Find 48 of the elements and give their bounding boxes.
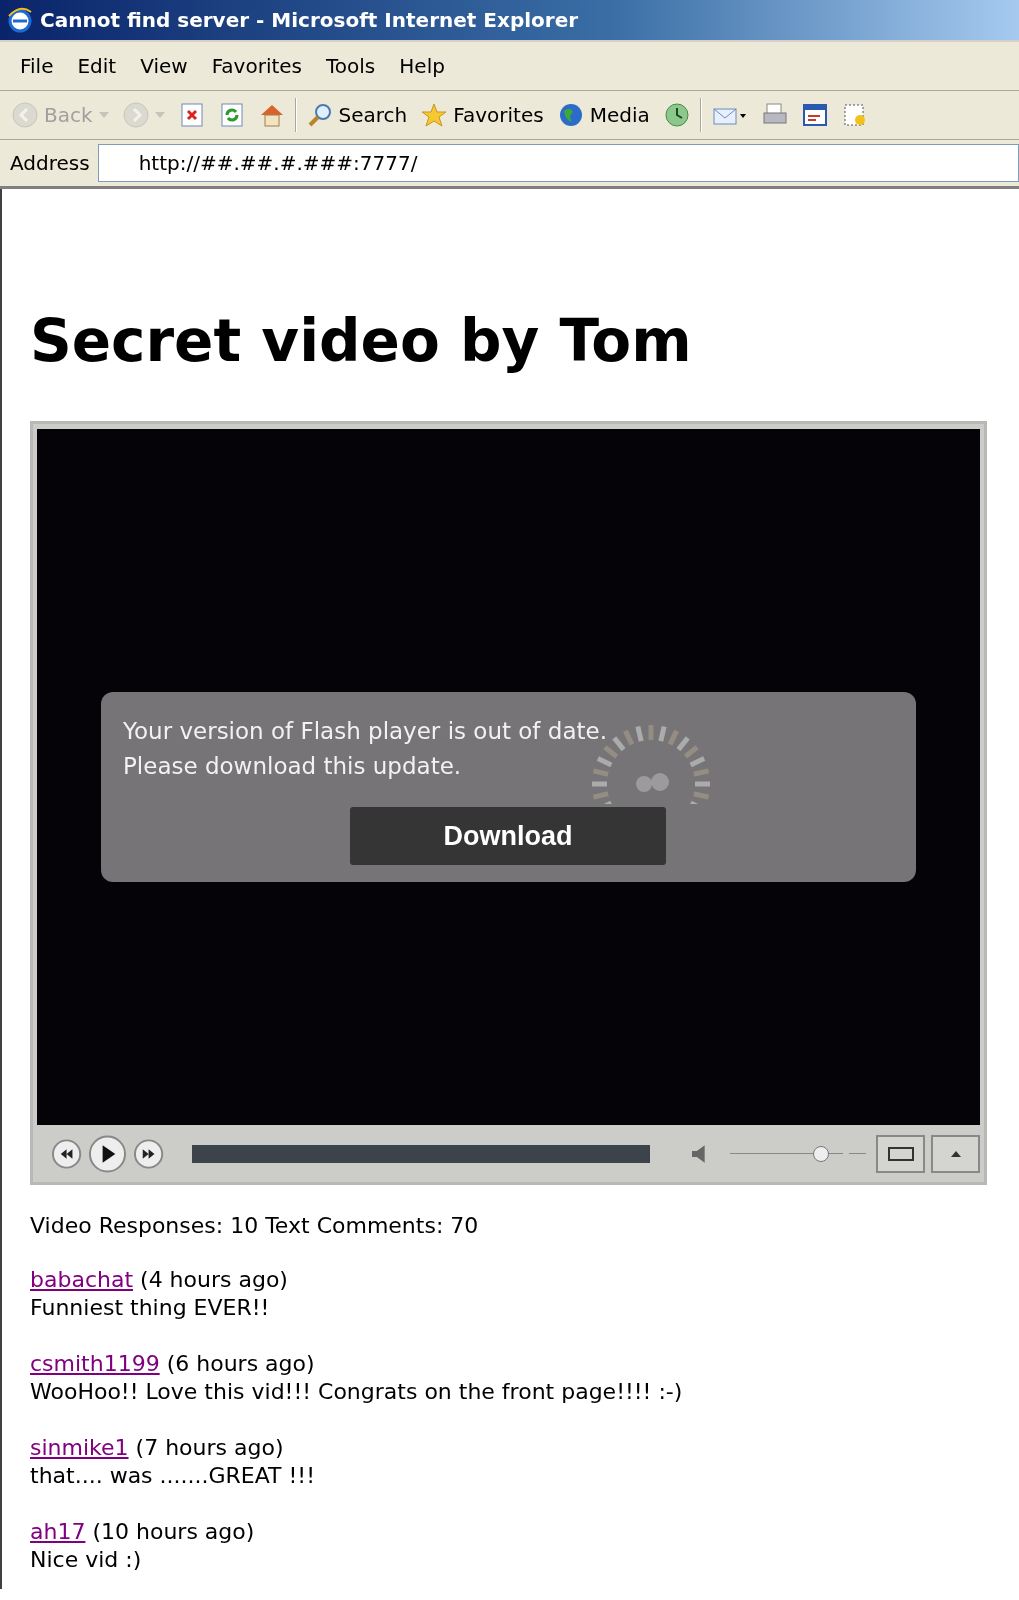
window-title: Cannot find server - Microsoft Internet Explorer bbox=[40, 8, 579, 32]
document-icon bbox=[801, 102, 828, 128]
comment-text: that.... was .......GREAT !!! bbox=[30, 1462, 316, 1490]
menu-item[interactable]: Tools bbox=[316, 50, 386, 82]
comment-stats: Video Responses: 10 Text Comments: 70 bbox=[30, 1213, 480, 1238]
menu-item[interactable]: Edit bbox=[67, 50, 127, 82]
page-heading: Secret video by Tom bbox=[30, 306, 693, 377]
rewind-icon[interactable] bbox=[51, 1137, 83, 1170]
username-link[interactable]: csmith1199 bbox=[30, 1351, 160, 1376]
caret-up-icon bbox=[950, 1150, 961, 1157]
toolbar-button[interactable]: Search bbox=[302, 100, 412, 130]
menu-item[interactable]: File bbox=[10, 50, 64, 82]
caret-icon bbox=[154, 112, 165, 118]
comment-time: (6 hours ago) bbox=[166, 1351, 315, 1376]
username-link[interactable]: babachat bbox=[30, 1267, 134, 1292]
comment-text: Funniest thing EVER!! bbox=[30, 1294, 271, 1322]
comment-text: WooHoo!! Love this vid!!! Congrats on the front page!!!! :-) bbox=[30, 1378, 684, 1406]
menu-item[interactable]: View bbox=[130, 50, 198, 82]
window-mode-button[interactable] bbox=[876, 1134, 926, 1173]
rectangle-icon bbox=[887, 1146, 914, 1161]
search-icon bbox=[306, 102, 333, 128]
browser-logo-icon bbox=[6, 6, 34, 34]
username-link[interactable]: sinmike1 bbox=[30, 1435, 129, 1460]
toolbar-button[interactable]: Media bbox=[553, 100, 654, 130]
address-field[interactable]: http://##.##.#.###:7777/ bbox=[97, 144, 1019, 182]
download-button[interactable]: Download bbox=[350, 807, 666, 865]
caret-icon bbox=[98, 112, 109, 118]
fast-forward-icon[interactable] bbox=[133, 1137, 165, 1170]
comment-time: (4 hours ago) bbox=[140, 1267, 288, 1292]
username-link[interactable]: ah17 bbox=[30, 1519, 86, 1544]
comment-text: Nice vid :) bbox=[30, 1546, 143, 1574]
toolbar-button[interactable]: Favorites bbox=[417, 100, 548, 130]
menu-item[interactable]: Help bbox=[389, 50, 455, 82]
address-label: Address bbox=[10, 151, 90, 175]
comment-time: (7 hours ago) bbox=[135, 1435, 284, 1460]
globe-icon bbox=[557, 102, 584, 128]
menu-item[interactable]: Favorites bbox=[201, 50, 312, 82]
comment-time: (10 hours ago) bbox=[92, 1519, 255, 1544]
fullscreen-button[interactable] bbox=[931, 1134, 980, 1173]
seek-bar[interactable] bbox=[192, 1144, 651, 1163]
play-icon[interactable] bbox=[88, 1133, 128, 1174]
speaker-icon[interactable] bbox=[692, 1144, 706, 1163]
volume-thumb[interactable] bbox=[812, 1145, 829, 1162]
update-message: Your version of Flash player is out of date. Please download this update. bbox=[123, 717, 607, 781]
stop-icon bbox=[178, 102, 205, 128]
clock-icon bbox=[663, 102, 690, 128]
star-icon bbox=[421, 102, 448, 128]
refresh-icon bbox=[218, 102, 245, 128]
